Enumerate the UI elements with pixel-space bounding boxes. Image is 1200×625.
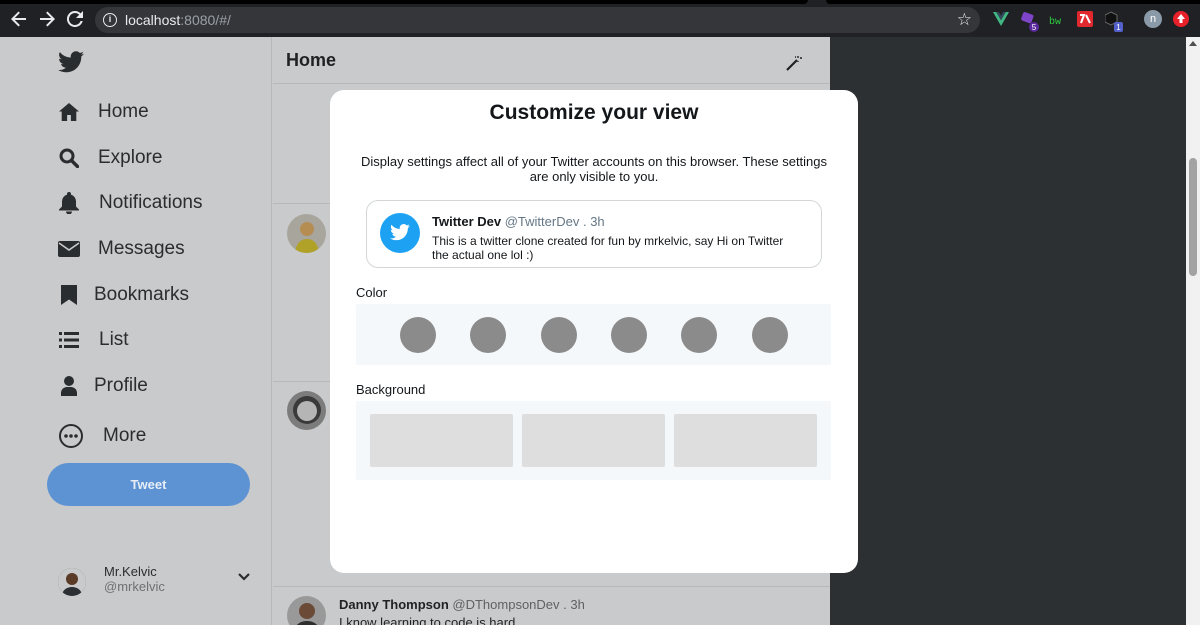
customize-view-modal: Customize your view Display settings aff… <box>330 90 858 573</box>
reload-icon[interactable] <box>66 10 83 27</box>
avatar <box>58 568 86 596</box>
sidebar-item-notifications[interactable]: Notifications <box>58 192 203 214</box>
list-icon <box>58 329 80 351</box>
sidebar-item-label: Bookmarks <box>94 284 190 305</box>
scroll-up-icon[interactable] <box>1189 41 1197 46</box>
home-icon <box>58 101 80 123</box>
color-swatch[interactable] <box>400 317 436 353</box>
info-icon[interactable]: i <box>103 13 117 27</box>
extension-purple-icon[interactable]: 5 <box>1021 11 1039 32</box>
avatar <box>380 213 420 253</box>
tweet-preview: Twitter Dev @TwitterDev . 3h This is a t… <box>366 200 822 268</box>
search-icon <box>58 147 80 169</box>
color-swatch[interactable] <box>541 317 577 353</box>
feed-header: Home <box>273 37 830 84</box>
user-icon <box>58 375 80 397</box>
browser-toolbar: i localhost:8080/#/ ☆ 5 bw 1 n <box>0 0 1200 37</box>
background-option[interactable] <box>370 414 513 467</box>
feed-divider <box>273 586 830 587</box>
forward-icon[interactable] <box>39 11 55 27</box>
bw-extension-icon[interactable]: bw <box>1049 11 1069 28</box>
color-picker <box>356 304 831 365</box>
sidebar-item-label: Notifications <box>99 192 203 213</box>
address-bar[interactable]: i localhost:8080/#/ ☆ <box>95 7 980 33</box>
sidebar-item-more[interactable]: More <box>58 423 146 449</box>
post-text: I know learning to code is hard <box>339 615 516 625</box>
background-option[interactable] <box>674 414 817 467</box>
sidebar-item-explore[interactable]: Explore <box>58 147 162 169</box>
tweet-button[interactable]: Tweet <box>47 463 250 506</box>
magic-wand-icon[interactable] <box>786 55 802 71</box>
sidebar-item-label: Home <box>98 101 149 122</box>
bookmark-icon <box>58 284 80 306</box>
sidebar-item-label: Messages <box>98 238 185 259</box>
background-option[interactable] <box>522 414 665 467</box>
chevron-down-icon[interactable] <box>238 570 250 582</box>
vue-devtools-icon[interactable] <box>993 11 1009 27</box>
twitter-logo-icon[interactable] <box>58 51 84 73</box>
bell-icon <box>58 192 80 214</box>
sidebar-item-list[interactable]: List <box>58 329 129 351</box>
url-text[interactable]: localhost:8080/#/ <box>125 12 231 28</box>
page-title: Home <box>286 50 337 70</box>
right-panel <box>830 37 1186 625</box>
scrollbar[interactable] <box>1186 37 1200 625</box>
sidebar-item-label: Explore <box>98 147 163 168</box>
sidebar-item-home[interactable]: Home <box>58 101 149 123</box>
background-picker <box>356 401 831 480</box>
post-header: Danny Thompson @DThompsonDev . 3h <box>339 597 585 612</box>
background-label: Background <box>356 382 426 397</box>
bookmark-star-icon[interactable]: ☆ <box>957 10 972 30</box>
sidebar-item-label: More <box>103 425 147 446</box>
more-icon <box>58 423 84 449</box>
modal-title: Customize your view <box>489 101 699 124</box>
avatar[interactable] <box>287 214 326 253</box>
preview-text: This is a twitter clone created for fun … <box>432 234 784 262</box>
account-name: Mr.Kelvic <box>104 564 157 579</box>
avatar[interactable] <box>287 596 326 625</box>
scrollbar-thumb[interactable] <box>1189 158 1197 276</box>
account-switcher[interactable]: Mr.Kelvic @mrkelvic <box>58 562 258 606</box>
tab-strip <box>0 0 1200 4</box>
sidebar-item-label: List <box>99 329 129 350</box>
sidebar-item-label: Profile <box>94 375 148 396</box>
preview-header: Twitter Dev @TwitterDev . 3h <box>432 214 605 229</box>
color-swatch[interactable] <box>681 317 717 353</box>
sidebar-item-bookmarks[interactable]: Bookmarks <box>58 284 189 306</box>
svg-text:1: 1 <box>1116 23 1121 32</box>
extension-red-icon[interactable] <box>1077 11 1093 27</box>
account-handle: @mrkelvic <box>104 579 165 594</box>
modal-description: Display settings affect all of your Twit… <box>360 154 828 184</box>
back-icon[interactable] <box>11 11 27 27</box>
svg-text:5: 5 <box>1032 23 1037 32</box>
envelope-icon <box>58 238 80 260</box>
extension-upload-icon[interactable] <box>1173 11 1189 27</box>
sidebar-item-messages[interactable]: Messages <box>58 238 185 260</box>
color-swatch[interactable] <box>470 317 506 353</box>
extension-cube-icon[interactable]: 1 <box>1104 11 1123 32</box>
color-swatch[interactable] <box>611 317 647 353</box>
sidebar: Home Explore Notifications Messages Book… <box>0 37 272 625</box>
color-label: Color <box>356 285 388 300</box>
color-swatch[interactable] <box>752 317 788 353</box>
avatar[interactable] <box>287 391 326 430</box>
profile-avatar[interactable]: n <box>1144 10 1162 28</box>
sidebar-item-profile[interactable]: Profile <box>58 375 148 397</box>
